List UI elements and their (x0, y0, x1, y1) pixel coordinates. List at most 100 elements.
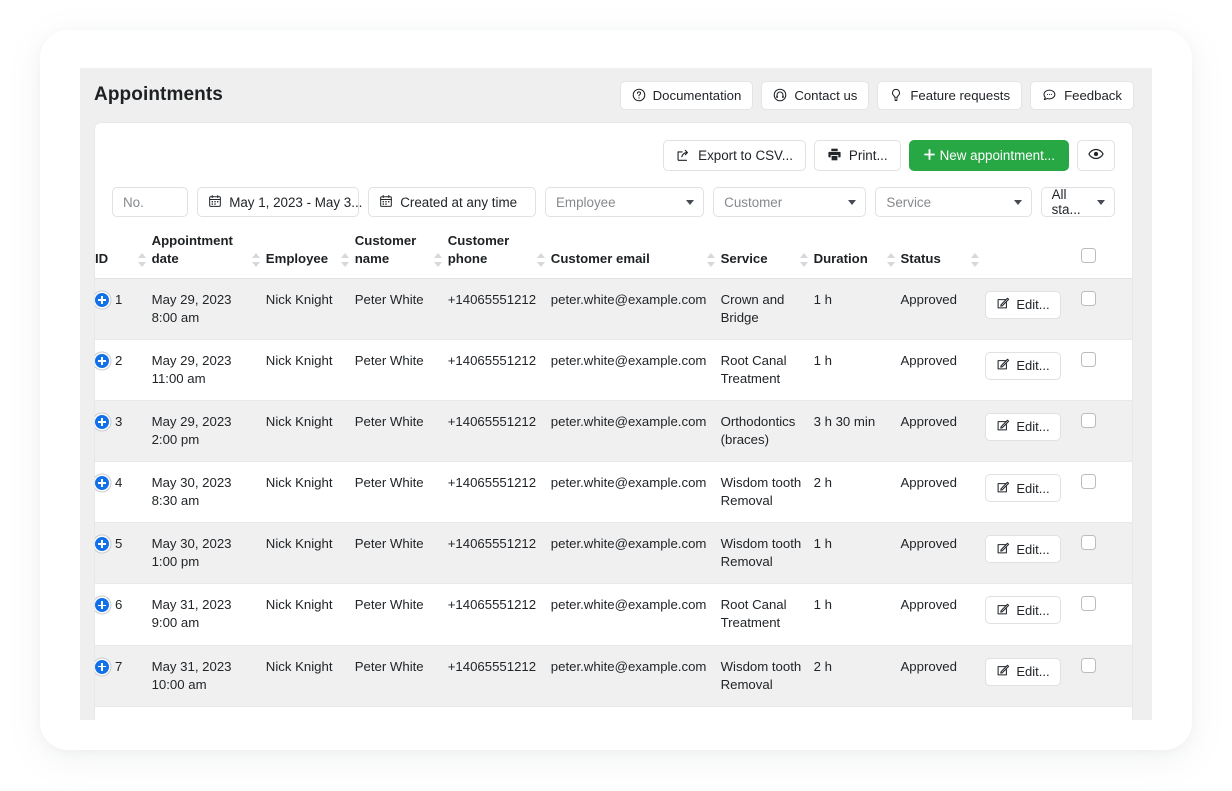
cell-employee: Nick Knight (266, 400, 355, 461)
chevron-down-icon (686, 200, 694, 205)
table-header-row: ID Appointment date Employee (95, 232, 1132, 278)
sort-indicator-icon[interactable] (138, 253, 146, 267)
sort-indicator-icon[interactable] (434, 253, 442, 267)
employee-filter-select[interactable]: Employee (545, 187, 704, 217)
expand-row-icon[interactable] (95, 476, 109, 490)
row-id-label: 6 (115, 596, 122, 614)
column-header-customer-phone[interactable]: Customer phone (448, 232, 551, 278)
expand-row-icon[interactable] (95, 537, 109, 551)
sort-indicator-icon[interactable] (707, 253, 715, 267)
expand-row-icon[interactable] (95, 293, 109, 307)
eye-icon (1088, 147, 1104, 164)
question-circle-icon (632, 88, 646, 102)
cell-duration: 1 h (814, 523, 901, 584)
cell-id: 7 (95, 645, 152, 706)
cell-select (1081, 339, 1132, 400)
cell-status: Approved (901, 523, 986, 584)
row-id-label: 7 (115, 658, 122, 676)
new-appointment-button[interactable]: New appointment... (909, 140, 1069, 171)
expand-row-icon[interactable] (95, 354, 109, 368)
edit-button[interactable]: Edit... (985, 474, 1060, 502)
preview-toggle-button[interactable] (1077, 140, 1115, 171)
edit-button[interactable]: Edit... (985, 413, 1060, 441)
edit-button[interactable]: Edit... (985, 535, 1060, 563)
cell-status: Approved (901, 645, 986, 706)
created-at-filter[interactable]: Created at any time (368, 187, 536, 217)
contact-us-label: Contact us (794, 88, 857, 103)
new-appointment-label: New appointment... (940, 148, 1055, 163)
cell-customer-name: Peter White (355, 400, 448, 461)
column-header-employee[interactable]: Employee (266, 232, 355, 278)
print-button[interactable]: Print... (814, 140, 901, 171)
column-header-status[interactable]: Status (901, 232, 986, 278)
table-row[interactable]: 7May 31, 202310:00 amNick KnightPeter Wh… (95, 645, 1132, 706)
service-filter-select[interactable]: Service (875, 187, 1031, 217)
table-row[interactable]: 6May 31, 20239:00 amNick KnightPeter Whi… (95, 584, 1132, 645)
customer-filter-placeholder: Customer (724, 195, 782, 210)
column-header-customer-name[interactable]: Customer name (355, 232, 448, 278)
row-select-checkbox[interactable] (1081, 413, 1096, 428)
cell-status: Approved (901, 278, 986, 339)
documentation-label: Documentation (653, 88, 742, 103)
table-row[interactable]: 4May 30, 20238:30 amNick KnightPeter Whi… (95, 462, 1132, 523)
column-header-customer-email[interactable]: Customer email (551, 232, 721, 278)
row-select-checkbox[interactable] (1081, 658, 1096, 673)
sort-indicator-icon[interactable] (252, 253, 260, 267)
date-range-filter[interactable]: May 1, 2023 - May 3... (197, 187, 359, 217)
appointment-date-time: 10:00 am (152, 676, 258, 694)
feature-requests-button[interactable]: Feature requests (877, 81, 1022, 110)
row-select-checkbox[interactable] (1081, 352, 1096, 367)
expand-row-icon[interactable] (95, 598, 109, 612)
expand-row-icon[interactable] (95, 660, 109, 674)
sort-indicator-icon[interactable] (971, 253, 979, 267)
column-header-duration[interactable]: Duration (814, 232, 901, 278)
edit-button[interactable]: Edit... (985, 352, 1060, 380)
header-actions: Documentation Contact us (620, 81, 1134, 110)
row-select-checkbox[interactable] (1081, 596, 1096, 611)
table-toolbar: Export to CSV... Print... (95, 123, 1132, 171)
appointment-date-day: May 29, 2023 (152, 352, 258, 370)
table-row[interactable]: 1May 29, 20238:00 amNick KnightPeter Whi… (95, 278, 1132, 339)
contact-us-button[interactable]: Contact us (761, 81, 869, 110)
customer-filter-select[interactable]: Customer (713, 187, 866, 217)
edit-button-label: Edit... (1016, 542, 1049, 557)
cell-id: 3 (95, 400, 152, 461)
table-row[interactable]: 3May 29, 20232:00 pmNick KnightPeter Whi… (95, 400, 1132, 461)
sort-indicator-icon[interactable] (800, 253, 808, 267)
edit-button[interactable]: Edit... (985, 291, 1060, 319)
edit-button[interactable]: Edit... (985, 596, 1060, 624)
appointment-date-day: May 30, 2023 (152, 474, 258, 492)
sort-indicator-icon[interactable] (887, 253, 895, 267)
status-filter-select[interactable]: All sta... (1041, 187, 1115, 217)
column-header-id[interactable]: ID (95, 232, 152, 278)
feature-requests-label: Feature requests (910, 88, 1010, 103)
appointment-date-time: 9:00 am (152, 614, 258, 632)
appointment-date-time: 11:00 am (152, 370, 258, 388)
row-select-checkbox[interactable] (1081, 291, 1096, 306)
expand-row-icon[interactable] (95, 415, 109, 429)
cell-actions: Edit... (985, 400, 1081, 461)
row-select-checkbox[interactable] (1081, 474, 1096, 489)
feedback-button[interactable]: Feedback (1030, 81, 1134, 110)
sort-indicator-icon[interactable] (537, 253, 545, 267)
column-header-appointment-date[interactable]: Appointment date (152, 232, 266, 278)
edit-pencil-icon (996, 418, 1010, 435)
sort-indicator-icon[interactable] (341, 253, 349, 267)
number-filter-input[interactable]: No. (112, 187, 188, 217)
select-all-checkbox[interactable] (1081, 248, 1096, 263)
filter-bar: No. May 1, 2023 - (95, 171, 1132, 217)
edit-pencil-icon (996, 602, 1010, 619)
table-row[interactable]: 2May 29, 202311:00 amNick KnightPeter Wh… (95, 339, 1132, 400)
export-to-csv-button[interactable]: Export to CSV... (663, 140, 806, 171)
documentation-button[interactable]: Documentation (620, 81, 754, 110)
appointment-date-time: 8:30 am (152, 492, 258, 510)
page-title: Appointments (94, 84, 223, 106)
row-select-checkbox[interactable] (1081, 535, 1096, 550)
edit-button[interactable]: Edit... (985, 658, 1060, 686)
appointments-table: ID Appointment date Employee (95, 232, 1132, 707)
table-row[interactable]: 5May 30, 20231:00 pmNick KnightPeter Whi… (95, 523, 1132, 584)
column-header-service[interactable]: Service (721, 232, 814, 278)
cell-service: Crown and Bridge (721, 278, 814, 339)
appointment-date-day: May 30, 2023 (152, 535, 258, 553)
table-body: 1May 29, 20238:00 amNick KnightPeter Whi… (95, 278, 1132, 706)
